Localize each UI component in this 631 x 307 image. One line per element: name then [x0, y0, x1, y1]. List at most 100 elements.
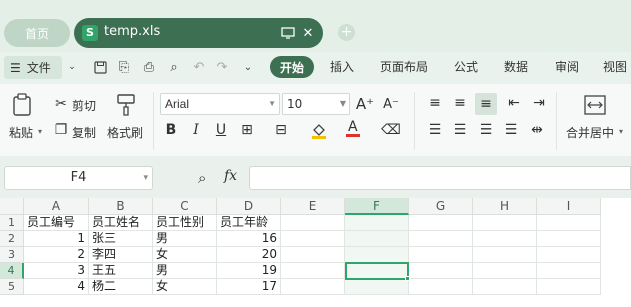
cell-c3[interactable]: 女 [153, 247, 217, 263]
italic-button[interactable]: I [187, 121, 205, 139]
distributed-align-icon[interactable]: ⇹ [528, 121, 546, 139]
align-middle-icon[interactable]: ≡ [451, 94, 469, 112]
cell-e1[interactable] [281, 215, 345, 231]
cell-d1[interactable]: 员工年龄 [217, 215, 281, 231]
undo-icon[interactable]: ↶ [191, 59, 207, 75]
cell-h4[interactable] [473, 263, 537, 279]
column-header-g[interactable]: G [409, 198, 473, 215]
cell-h1[interactable] [473, 215, 537, 231]
cell-a5[interactable]: 4 [24, 279, 89, 295]
redo-icon[interactable]: ↷ [214, 59, 230, 75]
active-cell-selection[interactable] [345, 262, 409, 280]
cell-d2[interactable]: 16 [217, 231, 281, 247]
cell-b1[interactable]: 员工姓名 [89, 215, 153, 231]
decrease-font-icon[interactable]: A⁻ [382, 95, 400, 113]
merge-center-button[interactable]: 合并居中 [566, 124, 614, 141]
column-header-i[interactable]: I [537, 198, 601, 215]
print-preview-icon[interactable]: ⌕ [166, 59, 182, 75]
font-color-icon[interactable]: A [344, 119, 362, 137]
merge-center-icon[interactable] [584, 95, 606, 118]
cell-b3[interactable]: 李四 [89, 247, 153, 263]
copy-icon[interactable]: ❐ [52, 121, 70, 139]
cell-i5[interactable] [537, 279, 601, 295]
cell-e3[interactable] [281, 247, 345, 263]
cell-h3[interactable] [473, 247, 537, 263]
row-header-4[interactable]: 4 [0, 263, 24, 279]
cell-h2[interactable] [473, 231, 537, 247]
indent-decrease-icon[interactable]: ⇤ [505, 94, 523, 112]
cell-i3[interactable] [537, 247, 601, 263]
name-box[interactable]: F4 ▾ [4, 166, 153, 190]
column-header-f[interactable]: F [345, 198, 409, 215]
cell-g1[interactable] [409, 215, 473, 231]
menu-tab-insert[interactable]: 插入 [330, 58, 354, 75]
cell-a2[interactable]: 1 [24, 231, 89, 247]
cell-b4[interactable]: 王五 [89, 263, 153, 279]
format-painter-button[interactable]: 格式刷 [107, 124, 143, 141]
align-top-icon[interactable]: ≡ [426, 94, 444, 112]
customize-icon[interactable]: ⌄ [240, 59, 256, 75]
cell-style-icon[interactable]: ⊟ [272, 121, 290, 139]
cell-c4[interactable]: 男 [153, 263, 217, 279]
cell-h5[interactable] [473, 279, 537, 295]
cell-e5[interactable] [281, 279, 345, 295]
cell-g5[interactable] [409, 279, 473, 295]
bold-button[interactable]: B [162, 121, 180, 139]
column-header-d[interactable]: D [217, 198, 281, 215]
font-size-select[interactable]: 10 ▼ [282, 93, 350, 115]
save-icon[interactable] [92, 59, 108, 75]
border-icon[interactable]: ⊞ [238, 121, 256, 139]
fill-handle[interactable] [405, 276, 410, 281]
cell-i2[interactable] [537, 231, 601, 247]
cell-g2[interactable] [409, 231, 473, 247]
align-left-icon[interactable]: ☰ [426, 121, 444, 139]
print-icon[interactable]: ⎙ [141, 59, 157, 75]
justify-icon[interactable]: ☰ [502, 121, 520, 139]
font-name-select[interactable]: Arial ▼ [160, 93, 280, 115]
cell-i4[interactable] [537, 263, 601, 279]
cell-a4[interactable]: 3 [24, 263, 89, 279]
cell-d5[interactable]: 17 [217, 279, 281, 295]
chevron-down-icon[interactable]: ⌄ [64, 59, 80, 75]
align-center-icon[interactable]: ☰ [451, 121, 469, 139]
cell-g3[interactable] [409, 247, 473, 263]
column-header-b[interactable]: B [89, 198, 153, 215]
function-icon[interactable]: fx [224, 168, 237, 184]
tab-home[interactable]: 首页 [4, 19, 70, 47]
close-icon[interactable]: ✕ [300, 24, 316, 42]
paste-label[interactable]: 粘贴 [9, 124, 33, 141]
align-right-icon[interactable]: ☰ [477, 121, 495, 139]
align-bottom-icon[interactable]: ≡ [475, 93, 497, 115]
menu-tab-start[interactable]: 开始 [270, 56, 314, 78]
cut-button[interactable]: 剪切 [72, 97, 96, 114]
cell-b5[interactable]: 杨二 [89, 279, 153, 295]
tab-file[interactable]: S temp.xls ✕ [74, 18, 323, 48]
copy-button[interactable]: 复制 [72, 124, 96, 141]
cell-f1[interactable] [345, 215, 409, 231]
row-header-3[interactable]: 3 [0, 247, 24, 263]
formula-input[interactable] [249, 166, 631, 190]
menu-tab-view[interactable]: 视图 [603, 58, 627, 75]
row-header-2[interactable]: 2 [0, 231, 24, 247]
scissors-icon[interactable]: ✂ [52, 95, 70, 113]
column-header-c[interactable]: C [153, 198, 217, 215]
row-header-5[interactable]: 5 [0, 279, 24, 295]
add-tab-icon[interactable]: + [338, 24, 355, 41]
menu-tab-page-layout[interactable]: 页面布局 [380, 58, 428, 75]
cell-f3[interactable] [345, 247, 409, 263]
fill-color-icon[interactable] [310, 121, 328, 139]
chevron-down-icon[interactable]: ▾ [619, 127, 623, 136]
select-all-corner[interactable] [0, 198, 24, 215]
monitor-icon[interactable] [280, 24, 296, 42]
paste-button[interactable] [12, 93, 34, 120]
row-header-1[interactable]: 1 [0, 215, 24, 231]
file-menu-button[interactable]: ☰ 文件 [4, 56, 62, 79]
cell-e2[interactable] [281, 231, 345, 247]
cell-b2[interactable]: 张三 [89, 231, 153, 247]
cell-d3[interactable]: 20 [217, 247, 281, 263]
column-header-h[interactable]: H [473, 198, 537, 215]
cell-a3[interactable]: 2 [24, 247, 89, 263]
cell-c2[interactable]: 男 [153, 231, 217, 247]
increase-font-icon[interactable]: A⁺ [356, 95, 374, 113]
cell-g4[interactable] [409, 263, 473, 279]
